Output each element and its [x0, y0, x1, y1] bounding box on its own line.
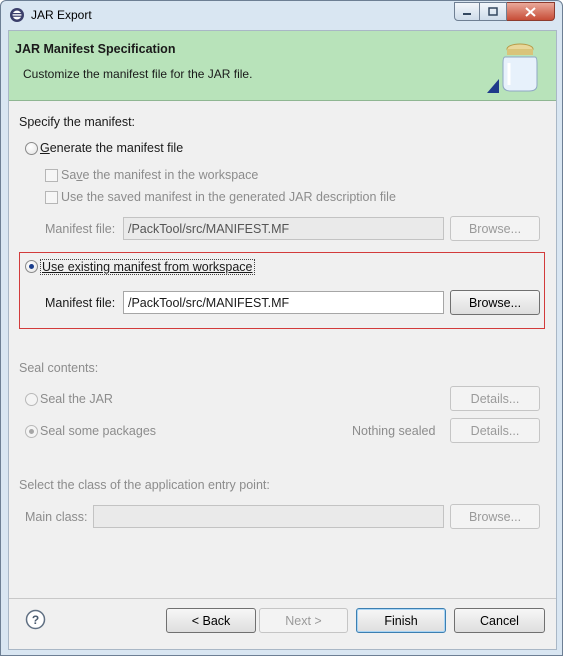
footer-separator: [9, 598, 556, 599]
specify-manifest-label: Specify the manifest:: [19, 115, 136, 129]
use-saved-manifest-label: Use the saved manifest in the generated …: [61, 190, 396, 204]
close-button[interactable]: [507, 2, 555, 21]
generate-manifest-label[interactable]: Generate the manifest file: [40, 141, 183, 155]
generate-browse-button[interactable]: Browse...: [450, 216, 540, 241]
save-manifest-label: Save the manifest in the workspace: [61, 168, 259, 182]
seal-jar-details-button[interactable]: Details...: [450, 386, 540, 411]
radio-selected-dot: [29, 264, 34, 269]
existing-manifest-file-label: Manifest file:: [45, 296, 116, 310]
use-existing-manifest-radio[interactable]: [25, 260, 38, 273]
jar-banner-icon: [487, 43, 538, 93]
nothing-sealed-label: Nothing sealed: [352, 424, 436, 438]
seal-jar-radio[interactable]: [25, 393, 38, 406]
title-bar[interactable]: JAR Export: [1, 1, 562, 29]
generate-manifest-file-field[interactable]: /PackTool/src/MANIFEST.MF: [123, 217, 444, 240]
seal-packages-label: Seal some packages: [40, 424, 157, 438]
minimize-icon: [463, 12, 471, 15]
back-button[interactable]: < Back: [166, 608, 256, 633]
page-title: JAR Manifest Specification: [15, 42, 176, 56]
finish-button[interactable]: Finish: [356, 608, 446, 633]
next-button[interactable]: Next >: [259, 608, 348, 633]
svg-text:?: ?: [32, 613, 39, 627]
save-manifest-checkbox[interactable]: [45, 169, 58, 182]
wizard-header: JAR Manifest Specification Customize the…: [9, 31, 556, 101]
jar-export-window: JAR Export JAR Manifest Specification Cu…: [0, 0, 563, 656]
main-class-browse-button[interactable]: Browse...: [450, 504, 540, 529]
entry-point-label: Select the class of the application entr…: [19, 478, 270, 492]
window-title: JAR Export: [31, 8, 92, 22]
eclipse-app-icon: [10, 8, 24, 22]
seal-packages-radio[interactable]: [25, 425, 38, 438]
page-description: Customize the manifest file for the JAR …: [23, 67, 253, 81]
close-icon: [525, 6, 536, 17]
seal-packages-details-button[interactable]: Details...: [450, 418, 540, 443]
use-saved-manifest-checkbox[interactable]: [45, 191, 58, 204]
main-class-label: Main class:: [25, 510, 88, 524]
use-existing-manifest-label[interactable]: Use existing manifest from workspace: [40, 259, 255, 275]
existing-manifest-file-field[interactable]: /PackTool/src/MANIFEST.MF: [123, 291, 444, 314]
seal-jar-label: Seal the JAR: [40, 392, 113, 406]
maximize-icon: [488, 7, 498, 16]
wizard-client-area: JAR Manifest Specification Customize the…: [8, 30, 557, 650]
generate-manifest-file-label: Manifest file:: [45, 222, 116, 236]
radio-selected-dot: [29, 429, 34, 434]
maximize-button[interactable]: [480, 2, 507, 21]
cancel-button[interactable]: Cancel: [454, 608, 545, 633]
minimize-button[interactable]: [454, 2, 480, 21]
help-icon[interactable]: ?: [25, 609, 46, 630]
seal-contents-label: Seal contents:: [19, 361, 99, 375]
main-class-field[interactable]: [93, 505, 444, 528]
generate-manifest-radio[interactable]: [25, 142, 38, 155]
existing-browse-button[interactable]: Browse...: [450, 290, 540, 315]
